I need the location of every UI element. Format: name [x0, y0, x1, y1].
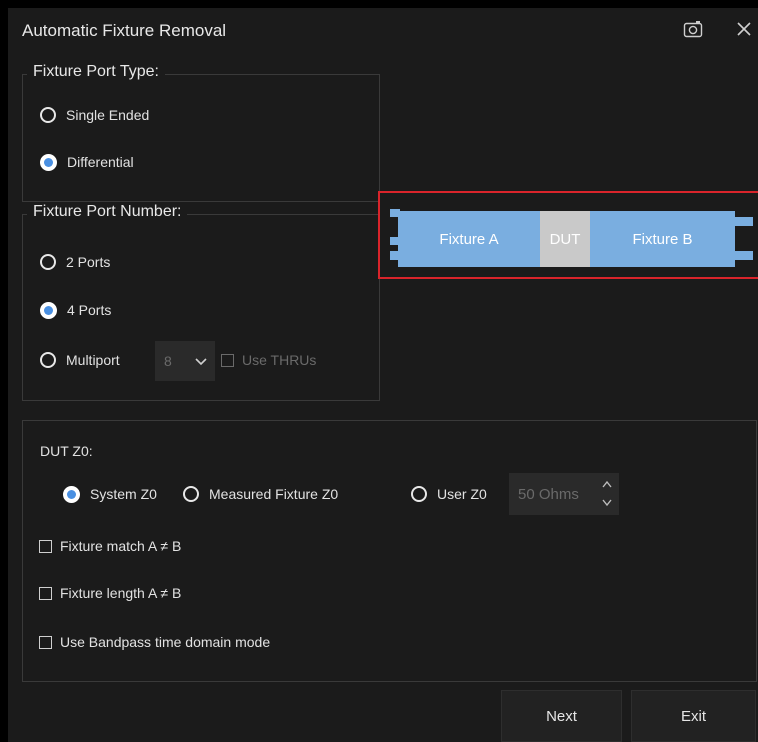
dut-block: DUT: [540, 211, 590, 267]
radio-2-ports[interactable]: 2 Ports: [40, 251, 110, 273]
dut-z0-group: DUT Z0: System Z0 Measured Fixture Z0 Us…: [22, 420, 757, 682]
radio-4-ports-label: 4 Ports: [67, 302, 112, 318]
exit-button-label: Exit: [680, 707, 706, 725]
spin-down-icon[interactable]: [601, 496, 613, 512]
exit-button[interactable]: Exit: [631, 690, 756, 742]
radio-2-ports-label: 2 Ports: [66, 254, 111, 270]
port-number-legend: Fixture Port Number:: [27, 203, 188, 221]
bandpass-mode-checkbox[interactable]: Use Bandpass time domain mode: [39, 631, 270, 653]
radio-differential-indicator[interactable]: [40, 153, 57, 171]
fixture-removal-dialog: Automatic Fixture Removal Fixture Port T…: [8, 8, 758, 742]
radio-4-ports-indicator[interactable]: [40, 301, 57, 319]
dut-z0-label: DUT Z0:: [40, 443, 93, 459]
fixture-length-label: Fixture length A ≠ B: [60, 585, 182, 601]
bandpass-mode-label: Use Bandpass time domain mode: [60, 634, 271, 650]
radio-single-ended-label: Single Ended: [66, 107, 150, 123]
fixture-a-port-tab-lower: [390, 251, 400, 260]
fixture-length-box[interactable]: [39, 586, 52, 600]
bandpass-mode-box[interactable]: [39, 635, 52, 649]
radio-user-z0-label: User Z0: [437, 486, 487, 502]
radio-multiport[interactable]: Multiport: [40, 349, 120, 371]
use-thrus-label: Use THRUs: [242, 352, 317, 368]
radio-system-z0[interactable]: System Z0: [63, 483, 157, 505]
port-type-legend: Fixture Port Type:: [27, 63, 165, 81]
dut-label: DUT: [549, 230, 581, 248]
camera-icon[interactable]: [683, 20, 703, 43]
radio-differential-label: Differential: [67, 154, 134, 170]
use-thrus-checkbox[interactable]: Use THRUs: [221, 349, 316, 371]
fixture-diagram-highlight: Fixture A DUT Fixture B: [378, 191, 758, 279]
radio-2-ports-indicator[interactable]: [40, 254, 56, 270]
close-icon[interactable]: [736, 21, 752, 42]
fixture-a-label: Fixture A: [439, 230, 499, 248]
fixture-match-label: Fixture match A ≠ B: [60, 538, 182, 554]
radio-single-ended[interactable]: Single Ended: [40, 104, 149, 126]
fixture-a-block: Fixture A: [398, 211, 540, 267]
fixture-match-box[interactable]: [39, 539, 52, 553]
fixture-b-port-tab-bottom: [735, 251, 753, 260]
fixture-length-checkbox[interactable]: Fixture length A ≠ B: [39, 582, 181, 604]
radio-measured-fixture-z0-label: Measured Fixture Z0: [209, 486, 339, 502]
use-thrus-box[interactable]: [221, 353, 234, 367]
multiport-count-select[interactable]: 8: [155, 341, 215, 381]
fixture-match-checkbox[interactable]: Fixture match A ≠ B: [39, 535, 181, 557]
radio-multiport-label: Multiport: [66, 352, 120, 368]
radio-measured-fixture-z0-indicator[interactable]: [183, 486, 199, 502]
title-bar: Automatic Fixture Removal: [8, 8, 758, 54]
radio-multiport-indicator[interactable]: [40, 352, 56, 368]
dialog-title: Automatic Fixture Removal: [22, 21, 227, 40]
next-button[interactable]: Next: [501, 690, 622, 742]
multiport-count-value: 8: [164, 353, 172, 369]
next-button-label: Next: [546, 707, 577, 725]
radio-user-z0[interactable]: User Z0: [411, 483, 487, 505]
radio-system-z0-indicator[interactable]: [63, 485, 80, 503]
user-z0-spinbox[interactable]: 50 Ohms: [509, 473, 619, 515]
fixture-b-label: Fixture B: [632, 230, 693, 248]
spin-up-icon[interactable]: [601, 478, 613, 494]
radio-single-ended-indicator[interactable]: [40, 107, 56, 123]
radio-differential[interactable]: Differential: [40, 151, 134, 173]
radio-system-z0-label: System Z0: [90, 486, 157, 502]
fixture-b-block: Fixture B: [590, 211, 735, 267]
port-type-group: Fixture Port Type: Single Ended Differen…: [22, 63, 380, 202]
radio-measured-fixture-z0[interactable]: Measured Fixture Z0: [183, 483, 338, 505]
chevron-down-icon: [194, 354, 208, 370]
fixture-b-port-tab-top: [735, 217, 753, 226]
radio-4-ports[interactable]: 4 Ports: [40, 299, 111, 321]
radio-user-z0-indicator[interactable]: [411, 486, 427, 502]
user-z0-value: 50 Ohms: [518, 485, 579, 503]
port-number-group: Fixture Port Number: 2 Ports 4 Ports Mul…: [22, 203, 380, 401]
